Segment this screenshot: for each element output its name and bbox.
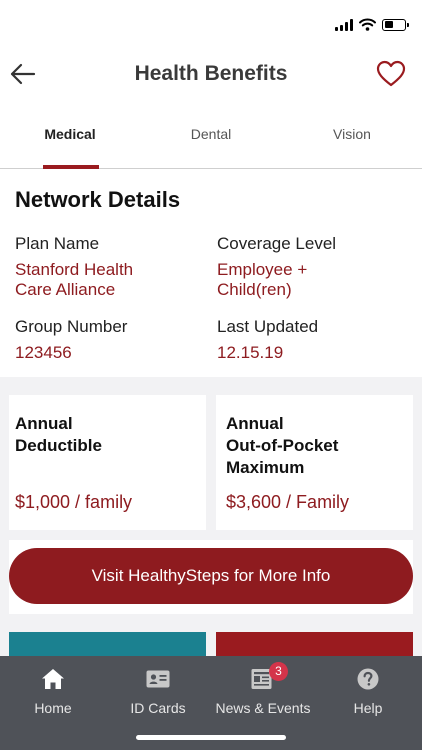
group-number-value: 123456: [15, 343, 72, 362]
tab-medical[interactable]: Medical: [0, 100, 140, 169]
id-card-icon: [146, 670, 170, 688]
annual-oop-max-card[interactable]: Annual Out-of-Pocket Maximum $3,600 / Fa…: [216, 395, 413, 530]
tabbar-label: ID Cards: [130, 700, 186, 716]
tabs: Medical Dental Vision: [0, 100, 422, 169]
oop-max-value: $3,600 / Family: [226, 492, 350, 512]
promo-tile-left[interactable]: [9, 632, 206, 658]
signal-icon: [335, 18, 353, 31]
tabbar-label: Help: [353, 700, 383, 716]
last-updated-field: Last Updated 12.15.19: [217, 317, 318, 363]
status-bar: [0, 0, 422, 50]
tab-vision[interactable]: Vision: [282, 100, 422, 168]
network-details-card: Network Details Plan Name Stanford Healt…: [0, 169, 422, 377]
coverage-level-line: Employee +: [217, 260, 308, 279]
plan-name-value: Stanford Health Care Alliance: [15, 260, 133, 300]
tabbar-item-help[interactable]: Help: [316, 666, 420, 716]
coverage-level-line: Child(ren): [217, 280, 292, 299]
card-title-line: Annual: [15, 414, 73, 433]
page-title: Health Benefits: [134, 62, 288, 85]
last-updated-label: Last Updated: [217, 317, 319, 336]
section-title: Network Details: [15, 187, 181, 212]
header: Health Benefits: [0, 50, 422, 100]
tabbar-label: News & Events: [215, 700, 311, 716]
home-icon: [42, 669, 64, 689]
plan-name-line: Care Alliance: [15, 280, 116, 299]
home-indicator: [136, 735, 286, 740]
wifi-icon: [359, 18, 376, 31]
plan-name-label: Plan Name: [15, 234, 100, 253]
tab-dental[interactable]: Dental: [141, 100, 281, 168]
plan-name-line: Stanford Health: [15, 260, 134, 279]
last-updated-value: 12.15.19: [217, 343, 284, 362]
plan-name-field: Plan Name Stanford Health Care Alliance: [15, 234, 133, 300]
visit-healthysteps-button[interactable]: Visit HealthySteps for More Info: [9, 548, 413, 604]
battery-icon: [382, 18, 409, 31]
favorite-button[interactable]: [376, 60, 406, 90]
tabbar-item-id-cards[interactable]: ID Cards: [106, 666, 210, 716]
promo-tile-right[interactable]: [216, 632, 413, 658]
help-icon: [357, 668, 379, 690]
group-number-field: Group Number 123456: [15, 317, 127, 363]
deductible-value: $1,000 / family: [15, 492, 133, 512]
heart-outline-icon: [376, 60, 406, 87]
card-title: Annual Out-of-Pocket Maximum: [226, 413, 338, 479]
card-title: Annual Deductible: [15, 413, 102, 457]
card-title-line: Annual: [226, 414, 284, 433]
group-number-label: Group Number: [15, 317, 128, 336]
coverage-level-field: Coverage Level Employee + Child(ren): [217, 234, 336, 300]
coverage-level-value: Employee + Child(ren): [217, 260, 336, 300]
card-title-line: Maximum: [226, 458, 305, 477]
notification-badge: 3: [269, 662, 288, 681]
coverage-level-label: Coverage Level: [217, 234, 337, 253]
card-title-line: Deductible: [15, 436, 102, 455]
card-title-line: Out-of-Pocket: [226, 436, 339, 455]
tabbar-label: Home: [34, 700, 72, 716]
status-icons: [335, 18, 409, 31]
annual-deductible-card[interactable]: Annual Deductible $1,000 / family: [9, 395, 206, 530]
tabbar-item-home[interactable]: Home: [1, 666, 105, 716]
tabbar-item-news-events[interactable]: 3 News & Events: [211, 662, 315, 716]
cta-container: Visit HealthySteps for More Info: [9, 540, 413, 614]
